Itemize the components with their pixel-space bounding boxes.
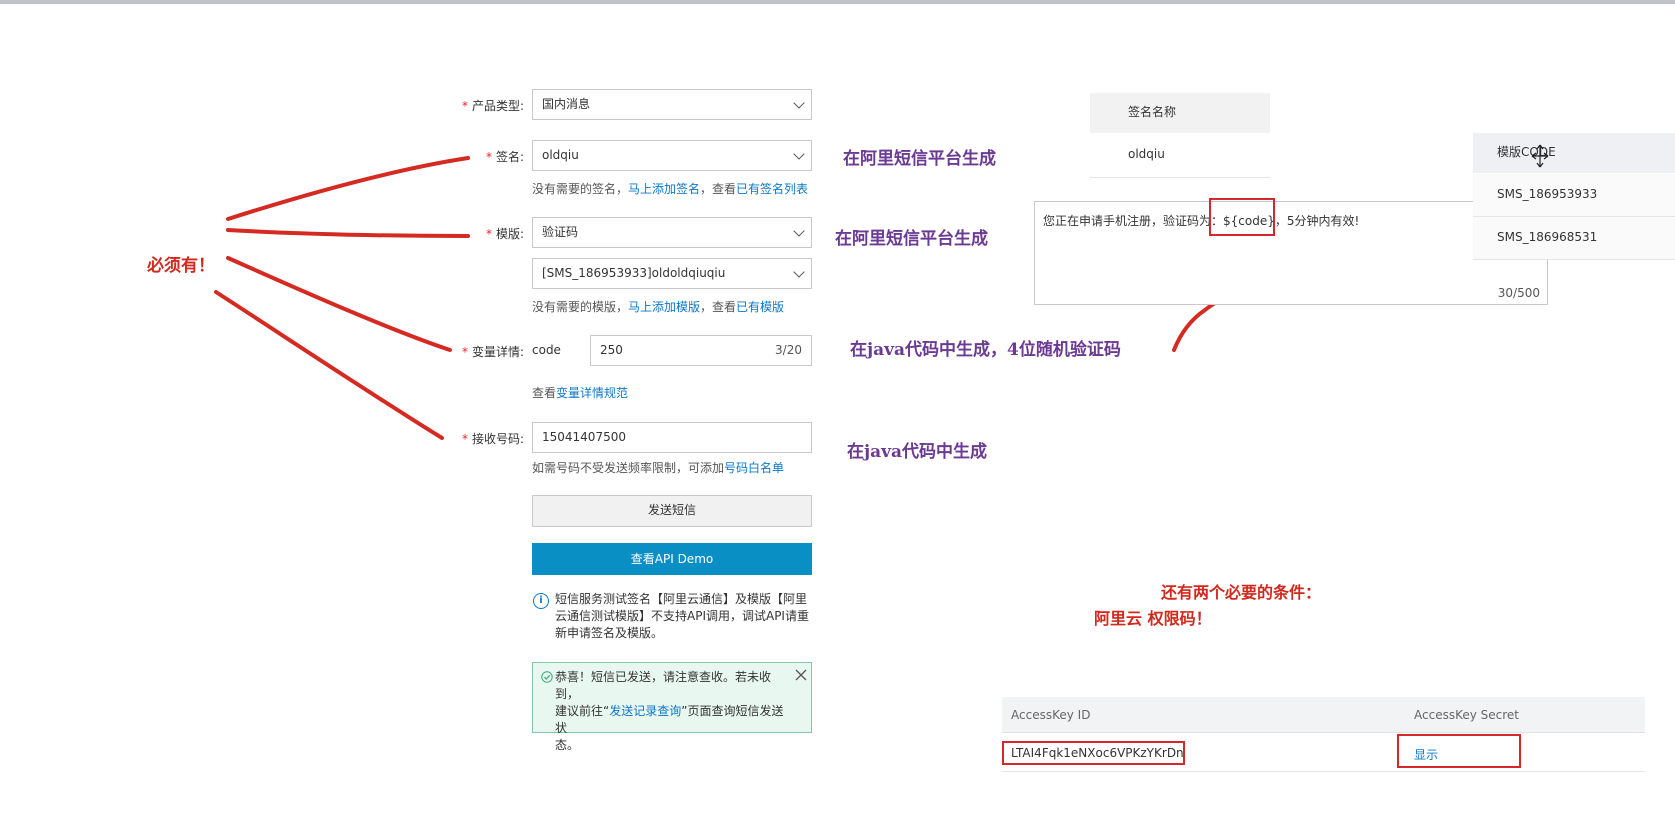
accesskey-id-highlight xyxy=(1002,741,1185,765)
accesskey-secret-header: AccessKey Secret xyxy=(1414,708,1520,722)
template-code-row: SMS_186953933 xyxy=(1473,174,1675,217)
template-type-select[interactable]: 验证码 xyxy=(532,217,812,248)
signature-label-text: 签名: xyxy=(495,150,524,164)
template-label-text: 模版: xyxy=(495,227,524,241)
code-highlight-box xyxy=(1209,198,1275,236)
variable-spec-link[interactable]: 变量详情规范 xyxy=(556,386,628,400)
add-template-link[interactable]: 马上添加模版 xyxy=(628,300,700,314)
variable-value-input[interactable]: 250 3/20 xyxy=(590,335,812,366)
required-mark: * xyxy=(461,99,468,113)
template-hint: 没有需要的模版，马上添加模版，查看已有模版 xyxy=(532,298,784,315)
variables-label-text: 变量详情: xyxy=(471,345,524,359)
template-origin-annotation: 在阿里短信平台生成 xyxy=(835,229,988,249)
line-to-signature xyxy=(226,156,470,221)
close-icon[interactable] xyxy=(795,669,807,681)
cursor-move-icon xyxy=(1531,144,1549,168)
notice-line: 新申请签名及模版。 xyxy=(555,626,664,640)
template-type-value: 验证码 xyxy=(542,225,579,239)
add-signature-link[interactable]: 马上添加签名 xyxy=(628,182,700,196)
hint-text: 如需号码不受发送频率限制，可添加 xyxy=(532,461,725,475)
notice-line: 云通信测试模版】不支持API调用，调试API请重 xyxy=(555,609,809,623)
required-mark: * xyxy=(485,150,492,164)
required-mark: * xyxy=(485,227,492,241)
success-line: 态。 xyxy=(555,738,580,752)
variable-value: 250 xyxy=(600,343,623,357)
line-to-phone xyxy=(214,290,444,440)
template-counter: 30/500 xyxy=(1497,286,1540,300)
signature-value: oldqiu xyxy=(542,148,579,162)
success-text: 恭喜！短信已发送，请注意查收。若未收到， 建议前往“发送记录查询”页面查询短信发… xyxy=(555,669,787,754)
signature-table-header: 签名名称 xyxy=(1090,93,1270,133)
phone-origin-annotation: 在java代码中生成 xyxy=(847,442,988,462)
product-type-label: * 产品类型: xyxy=(384,97,524,114)
signature-label: * 签名: xyxy=(384,148,524,165)
success-alert: 恭喜！短信已发送，请注意查收。若未收到， 建议前往“发送记录查询”页面查询短信发… xyxy=(532,662,812,752)
variables-hint: 查看变量详情规范 xyxy=(532,384,628,401)
accesskey-id-header: AccessKey ID xyxy=(1011,708,1091,722)
whitelist-link[interactable]: 号码白名单 xyxy=(724,461,784,475)
template-code-row: SMS_186968531 xyxy=(1473,217,1675,260)
hint-text: 查看 xyxy=(532,386,557,400)
send-record-link[interactable]: 发送记录查询 xyxy=(609,704,681,718)
template-text: 您正在申请手机注册，验证码为：${code}，5分钟内有效! xyxy=(1043,212,1359,229)
check-circle-icon xyxy=(541,671,553,683)
hint-text: 没有需要的签名， xyxy=(532,182,629,196)
hint-text: ，查看 xyxy=(700,182,737,196)
hint-text: 没有需要的模版， xyxy=(532,300,629,314)
template-text-part: 您正在申请手机注册，验证码为： xyxy=(1043,214,1224,228)
product-type-select[interactable]: 国内消息 xyxy=(532,89,812,120)
code-origin-annotation: 在java代码中生成，4位随机验证码 xyxy=(850,340,1121,360)
variables-label: * 变量详情: xyxy=(384,343,524,360)
accesskey-table-divider xyxy=(1002,771,1645,772)
conditions-annotation-line2: 阿里云 权限码！ xyxy=(1094,609,1212,628)
line-to-variables xyxy=(226,256,452,352)
variable-name: code xyxy=(532,343,561,357)
phone-input[interactable]: 15041407500 xyxy=(532,422,812,453)
signature-select[interactable]: oldqiu xyxy=(532,140,812,171)
info-icon: i xyxy=(533,593,549,609)
required-annotation: 必须有！ xyxy=(147,256,215,276)
conditions-annotation-line1: 还有两个必要的条件： xyxy=(1161,583,1322,602)
accesskey-table-header: AccessKey ID AccessKey Secret xyxy=(1002,697,1645,733)
template-value: [SMS_186953933]oldoldqiuqiu xyxy=(542,266,726,280)
success-text-part: 建议前往“ xyxy=(555,704,610,718)
signature-table-row: oldqiu xyxy=(1090,134,1270,178)
send-sms-button[interactable]: 发送短信 xyxy=(532,495,812,527)
signature-hint: 没有需要的签名，马上添加签名，查看已有签名列表 xyxy=(532,180,808,197)
required-mark: * xyxy=(461,432,468,446)
success-line: 建议前往“发送记录查询”页面查询短信发送状 xyxy=(555,703,787,737)
success-line: 恭喜！短信已发送，请注意查收。若未收到， xyxy=(555,670,772,701)
template-label: * 模版: xyxy=(384,225,524,242)
template-list-link[interactable]: 已有模版 xyxy=(736,300,784,314)
signature-list-link[interactable]: 已有签名列表 xyxy=(736,182,808,196)
signature-origin-annotation: 在阿里短信平台生成 xyxy=(843,149,996,169)
accesskey-secret-highlight xyxy=(1397,734,1521,768)
template-preview: 您正在申请手机注册，验证码为：${code}，5分钟内有效! 30/500 xyxy=(1034,201,1548,305)
required-mark: * xyxy=(461,345,468,359)
product-type-value: 国内消息 xyxy=(542,97,591,111)
notice-line: 短信服务测试签名【阿里云通信】及模版【阿里 xyxy=(555,592,808,606)
phone-label: * 接收号码: xyxy=(384,430,524,447)
api-notice: 短信服务测试签名【阿里云通信】及模版【阿里 云通信测试模版】不支持API调用，调… xyxy=(555,591,815,642)
phone-value: 15041407500 xyxy=(542,430,626,444)
phone-label-text: 接收号码: xyxy=(471,432,524,446)
template-select[interactable]: [SMS_186953933]oldoldqiuqiu xyxy=(532,258,812,289)
product-type-label-text: 产品类型: xyxy=(471,99,524,113)
hint-text: ，查看 xyxy=(700,300,737,314)
api-demo-button[interactable]: 查看API Demo xyxy=(532,543,812,575)
variable-counter: 3/20 xyxy=(775,343,802,357)
template-text-part: ，5分钟内有效! xyxy=(1274,214,1360,228)
phone-hint: 如需号码不受发送频率限制，可添加号码白名单 xyxy=(532,459,784,476)
template-code-header: 模版CODE xyxy=(1473,133,1675,173)
